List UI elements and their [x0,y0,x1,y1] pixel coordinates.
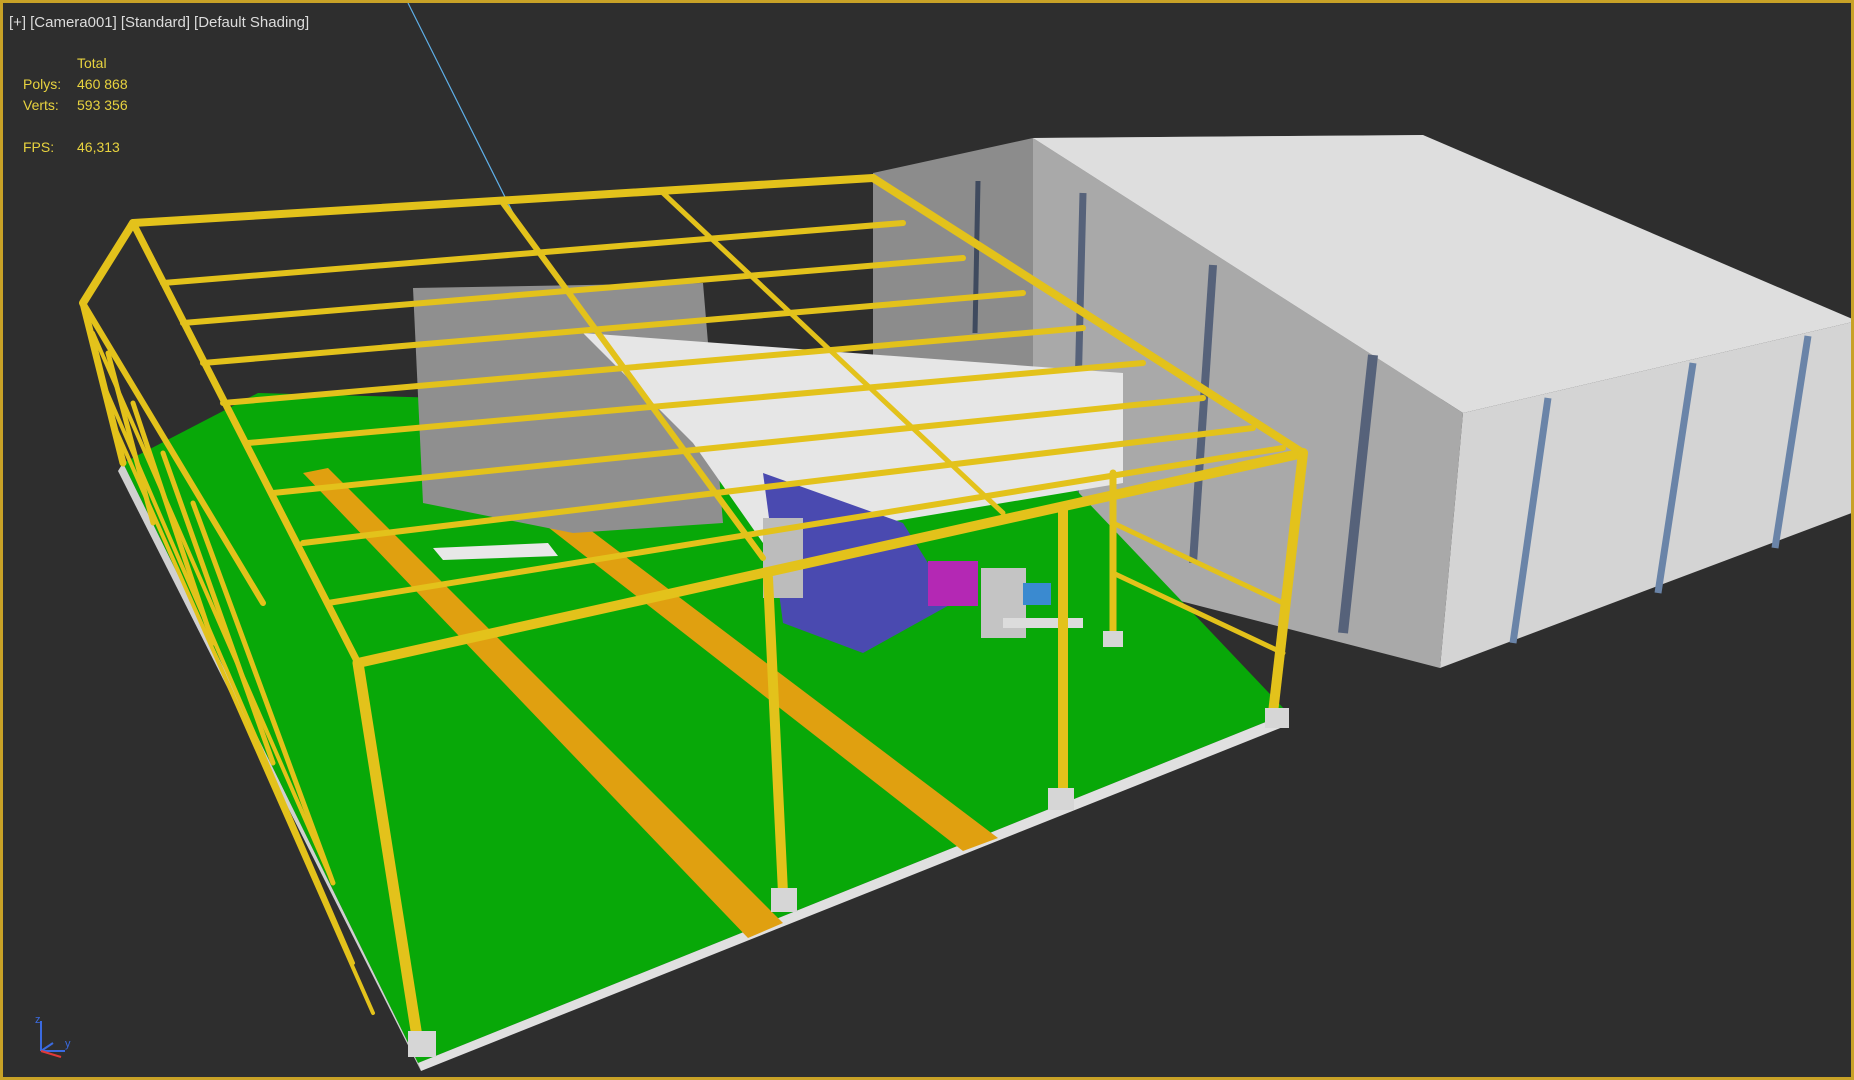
verts-label: Verts: [23,97,59,113]
viewport-standard-menu[interactable]: [Standard] [121,14,190,31]
viewport-general-menu[interactable]: [+] [9,14,26,31]
viewport-shading-menu[interactable]: [Default Shading] [194,14,309,31]
axis-y-label: y [65,1038,71,1050]
axis-z-label: z [35,1014,41,1026]
viewport-label-menu[interactable]: [+] [Camera001] [Standard] [Default Shad… [9,11,309,33]
verts-value: 593 356 [77,97,128,113]
axis-tripod-icon: z y [35,1014,71,1058]
statistics-overlay: Total Polys: 460 868 Verts: 593 356 FPS: 46… [23,53,128,158]
fps-value: 46,313 [77,139,120,155]
viewport-camera-menu[interactable]: [Camera001] [30,14,117,31]
fps-label: FPS: [23,139,55,155]
stats-header: Total [77,55,107,71]
polys-value: 460 868 [77,76,128,92]
viewport-3d[interactable]: [+] [Camera001] [Standard] [Default Shad… [0,0,1854,1080]
scene-render[interactable] [3,3,1854,1080]
polys-label: Polys: [23,76,62,92]
